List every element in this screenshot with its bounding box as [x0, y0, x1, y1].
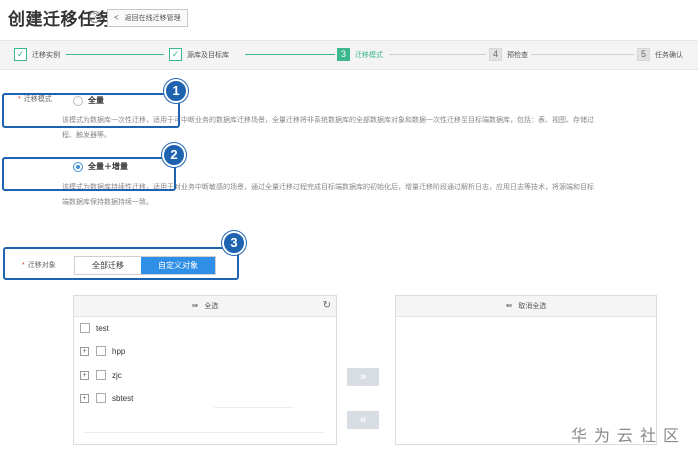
tree-item-zjc[interactable]: + zjc: [80, 369, 122, 381]
help-icon[interactable]: ?: [89, 11, 101, 23]
chevron-left-icon: <: [114, 13, 119, 22]
step-task-confirm: 5 任务确认: [637, 48, 683, 61]
tree-item-sbtest[interactable]: + sbtest: [80, 392, 133, 404]
step-connector: [389, 54, 486, 55]
select-all-label: 全选: [204, 303, 219, 310]
checkbox[interactable]: [96, 346, 106, 356]
tree-item-test[interactable]: test: [80, 322, 109, 334]
select-all-icon: ⇛: [191, 301, 199, 310]
back-button-label: 返回在线迁移管理: [124, 15, 181, 22]
check-icon: ✓: [14, 48, 27, 61]
expand-icon[interactable]: +: [80, 370, 89, 380]
step-precheck: 4 预检查: [489, 48, 528, 61]
step-number-4: 4: [489, 48, 502, 61]
checkbox[interactable]: [96, 393, 106, 403]
watermark: 华为云社区: [570, 428, 686, 445]
divider: [84, 432, 324, 433]
divider: [214, 407, 294, 408]
callout-box-2: [2, 157, 176, 191]
source-object-panel: ⇛ 全选 ↻ test + hpp + zjc + sbtest: [73, 295, 337, 445]
step-number-5: 5: [637, 48, 650, 61]
callout-badge-2: 2: [162, 143, 186, 167]
step-source-target-db: ✓ 源库及目标库: [169, 48, 229, 61]
step-migration-mode: 3 迁移模式: [337, 48, 383, 61]
callout-badge-3: 3: [222, 231, 246, 255]
tree-item-label: hpp: [112, 346, 126, 356]
tree-item-label: zjc: [112, 370, 122, 380]
step-label: 源库及目标库: [187, 51, 229, 59]
step-migration-instance: ✓ 迁移实例: [14, 48, 60, 61]
select-all-header[interactable]: ⇛ 全选 ↻: [74, 296, 336, 317]
step-label: 任务确认: [655, 51, 683, 59]
callout-box-1: [2, 93, 180, 128]
tree-item-hpp[interactable]: + hpp: [80, 345, 125, 357]
step-label: 预检查: [507, 51, 528, 59]
tree-item-label: test: [96, 323, 109, 333]
move-right-button[interactable]: »: [347, 368, 379, 386]
step-connector: [531, 54, 634, 55]
deselect-all-icon: ⇚: [505, 301, 513, 310]
checkbox[interactable]: [80, 323, 90, 333]
checkbox[interactable]: [96, 370, 106, 380]
deselect-all-label: 取消全选: [518, 303, 547, 310]
expand-icon[interactable]: +: [80, 346, 89, 356]
move-left-button[interactable]: «: [347, 411, 379, 429]
callout-badge-1: 1: [164, 79, 188, 103]
expand-icon[interactable]: +: [80, 393, 89, 403]
step-connector: [245, 54, 335, 55]
step-connector: [66, 54, 164, 55]
callout-box-3: [3, 247, 239, 280]
back-to-migration-management-button[interactable]: < 返回在线迁移管理: [107, 9, 188, 27]
tree-item-label: sbtest: [112, 393, 134, 403]
refresh-icon[interactable]: ↻: [323, 296, 331, 316]
step-progress-bar: ✓ 迁移实例 ✓ 源库及目标库 3 迁移模式 4 预检查 5 任务确认: [0, 40, 698, 70]
deselect-all-header[interactable]: ⇚ 取消全选: [396, 296, 656, 317]
step-number-3: 3: [337, 48, 350, 61]
check-icon: ✓: [169, 48, 182, 61]
step-label: 迁移实例: [32, 51, 60, 59]
step-label: 迁移模式: [355, 51, 383, 59]
